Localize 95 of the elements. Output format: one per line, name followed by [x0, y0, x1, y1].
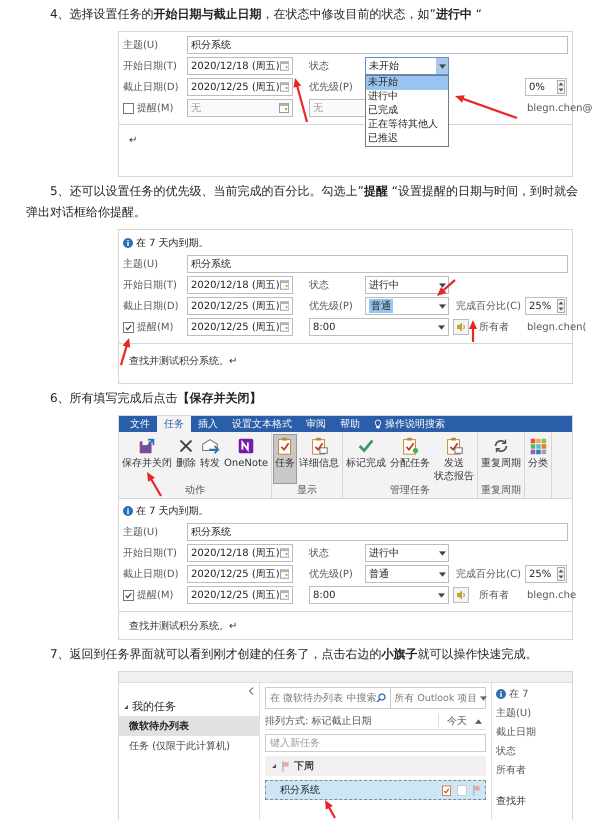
field-label: 主题(U) [123, 526, 160, 539]
step-instruction: 5、还可以设置任务的优先级、当前完成的百分比。勾选上”提醒 “设置提醒的日期与时间，到时就会弹出对话框给你提醒。 [26, 183, 579, 221]
status-dropdown[interactable]: 进行中 [365, 544, 449, 562]
field-label: 完成百分比(C) [455, 300, 521, 313]
dropdown-option[interactable]: 已完成 [366, 104, 448, 118]
status-dropdown[interactable]: 未开始 [365, 57, 449, 75]
task-notes-area[interactable]: 查找并测试积分系统。↵ [119, 343, 572, 383]
ribbon-button[interactable]: 任务 [273, 434, 298, 484]
field-label: 状态 [309, 278, 330, 292]
field-label: 所有者 [479, 588, 510, 602]
folder-item[interactable]: 任务 (仅限于此计算机) [119, 736, 259, 756]
step-instruction: 7、返回到任务界面就可以看到刚才创建的任务了，点击右边的小旗子就可以操作快速完成。 [49, 646, 539, 663]
field-label: 状态 [309, 60, 330, 73]
ribbon-button[interactable]: 转发 [198, 434, 222, 484]
field-label: 提醒(M) [137, 321, 174, 334]
ribbon-group-label: 重复周期 [481, 484, 522, 497]
ribbon-button[interactable]: 分配任务 [388, 434, 432, 484]
field-label: 截止日期(D) [123, 568, 180, 581]
field-label: 优先级(P) [309, 568, 354, 581]
field-label: 提醒(M) [137, 102, 174, 115]
date-field[interactable]: 2020/12/25 (周五) [187, 318, 293, 336]
field-label: 优先级(P) [309, 300, 354, 313]
due-notice: 在 7 天内到期。 [136, 236, 209, 250]
priority-dropdown[interactable]: 普通 [365, 565, 449, 583]
ribbon-tab[interactable]: 审阅 [299, 416, 333, 432]
task-notes: 查找并 [496, 794, 527, 808]
step-instruction: 4、选择设置任务的开始日期与截止日期，在状态中修改目前的状态，如”进行中 “ [49, 6, 483, 23]
scope-dropdown[interactable]: 所有 Outlook 项目 [391, 688, 490, 708]
search-field[interactable]: 在 微软待办列表 中搜索 [266, 688, 392, 708]
ribbon-button[interactable]: 标记完成 [344, 434, 388, 484]
time-field[interactable]: 8:00 [309, 586, 449, 604]
subject-field[interactable]: 积分系统 [187, 36, 568, 54]
dropdown-option[interactable]: 未开始 [366, 76, 448, 90]
date-field[interactable]: 2020/12/25 (周五) [187, 565, 293, 583]
due-notice: 在 7 [509, 688, 529, 701]
date-field[interactable]: 2020/12/25 (周五) [187, 297, 293, 315]
subject-field[interactable]: 积分系统 [187, 255, 568, 273]
percent-spinner[interactable]: 0% [525, 78, 567, 96]
field-label: 主题(U) [496, 706, 532, 720]
due-notice: 在 7 天内到期。 [136, 504, 209, 518]
priority-dropdown[interactable]: 普通 [365, 297, 449, 315]
date-field[interactable]: 2020/12/18 (周五) [187, 57, 293, 75]
time-field[interactable]: 8:00 [309, 318, 449, 336]
dropdown-option[interactable]: 进行中 [366, 90, 448, 104]
step-instruction: 6、所有填写完成后点击【保存并关闭】 [49, 390, 263, 407]
field-label: 主题(U) [123, 258, 160, 271]
ribbon-button[interactable]: 发送 状态报告 [432, 434, 476, 484]
date-field[interactable]: 2020/12/25 (周五) [187, 586, 293, 604]
field-label: 状态 [496, 744, 517, 758]
date-field[interactable]: 2020/12/25 (周五) [187, 78, 293, 96]
field-label: 开始日期(T) [123, 60, 178, 73]
field-label: 开始日期(T) [123, 278, 178, 292]
field-label: 优先级(P) [309, 80, 354, 94]
field-label: 所有者 [496, 764, 527, 777]
folder-group[interactable]: 我的任务 [119, 697, 259, 716]
date-field[interactable]: 2020/12/18 (周五) [187, 544, 293, 562]
field-label: 主题(U) [123, 38, 160, 52]
field-label: 截止日期(D) [123, 300, 180, 313]
field-label: 截止日期(D) [123, 80, 180, 94]
owner-email: blegn.chen@ [527, 102, 592, 114]
ribbon-group-label: 管理任务 [390, 484, 430, 497]
date-field[interactable]: 2020/12/18 (周五) [187, 276, 293, 294]
dropdown-option[interactable]: 已推迟 [366, 132, 448, 146]
sort-value[interactable]: 今天 [438, 714, 475, 728]
ribbon-button[interactable]: OneNote [222, 434, 270, 484]
owner-email: blegn.chen( [527, 322, 586, 332]
ribbon-button[interactable]: 详细信息 [297, 434, 342, 484]
ribbon-tab[interactable]: 设置文本格式 [225, 416, 299, 432]
subject-field[interactable]: 积分系统 [187, 523, 568, 541]
ribbon-button[interactable]: 分类 [526, 434, 550, 484]
folder-item[interactable]: 微软待办列表 [119, 716, 259, 736]
field-label: 所有者 [479, 320, 510, 334]
field-label: 截止日期 [496, 726, 537, 739]
ribbon-group-label: 动作 [185, 484, 206, 497]
ribbon-group-label: 显示 [297, 484, 318, 497]
status-dropdown[interactable]: 进行中 [365, 276, 449, 294]
ribbon-button[interactable]: 删除 [174, 434, 198, 484]
task-notes-area[interactable]: 查找并测试积分系统。↵ [119, 611, 572, 639]
ribbon-tab[interactable]: 任务 [157, 416, 191, 432]
percent-spinner[interactable]: 25% [525, 297, 567, 315]
task-group-header[interactable]: 下周 [265, 756, 486, 776]
task-row[interactable]: 积分系统 [265, 780, 486, 800]
sort-label[interactable]: 排列方式: 标记截止日期 [265, 714, 438, 728]
ribbon-tab[interactable]: 帮助 [333, 416, 367, 432]
percent-spinner[interactable]: 25% [525, 565, 567, 583]
ribbon-button[interactable]: 重复周期 [479, 434, 524, 484]
field-label: 提醒(M) [137, 589, 174, 602]
ribbon-tab[interactable]: 操作说明搜索 [367, 416, 452, 432]
field-label: 状态 [309, 546, 330, 560]
field-label: 完成百分比(C) [455, 568, 521, 581]
owner-email: blegn.che [527, 590, 576, 600]
field-label: 开始日期(T) [123, 546, 178, 560]
ribbon-tab[interactable]: 文件 [123, 416, 157, 432]
new-task-field[interactable]: 键入新任务 [265, 734, 486, 752]
ribbon-tab[interactable]: 插入 [191, 416, 225, 432]
